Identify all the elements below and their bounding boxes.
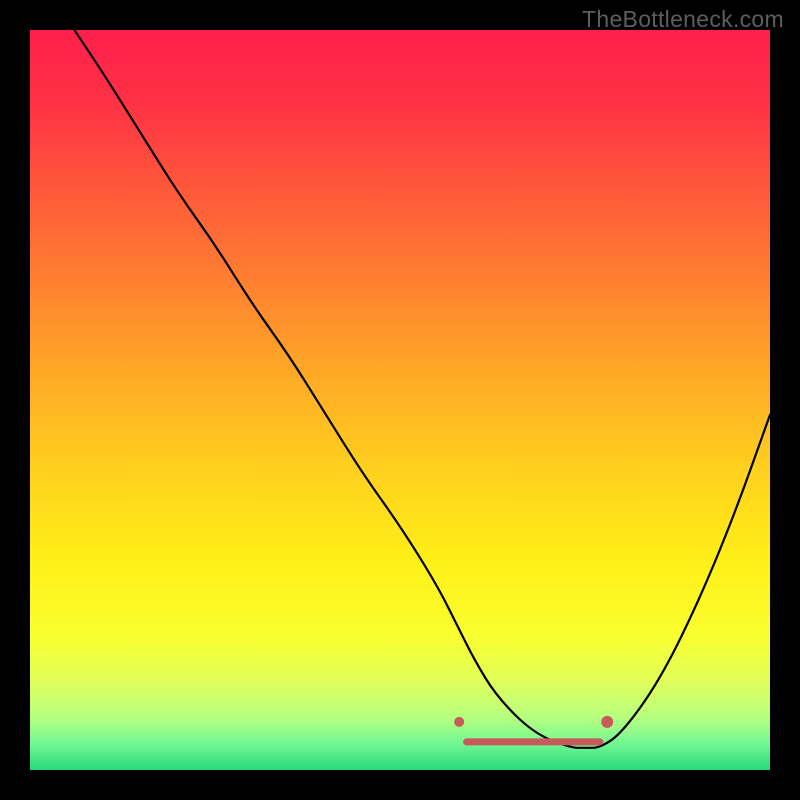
chart-frame: TheBottleneck.com <box>0 0 800 800</box>
watermark-text: TheBottleneck.com <box>582 6 784 33</box>
plot-area <box>30 30 770 770</box>
optimal-end-marker <box>601 716 613 728</box>
optimal-start-marker <box>454 717 464 727</box>
background-gradient <box>30 30 770 770</box>
chart-svg <box>30 30 770 770</box>
